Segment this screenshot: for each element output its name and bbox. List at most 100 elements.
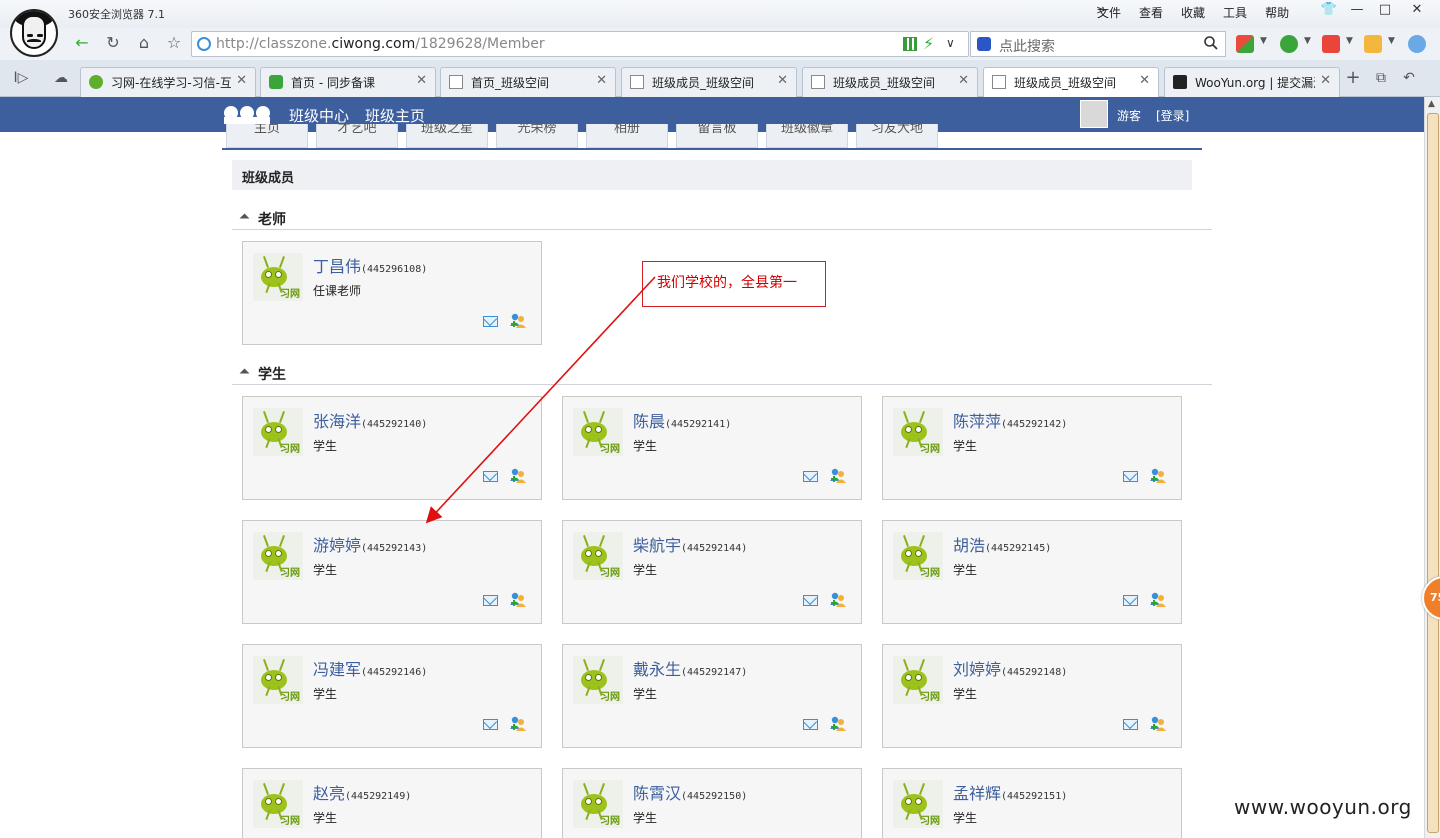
- skin-icon[interactable]: 👕: [1316, 0, 1342, 22]
- add-friend-icon[interactable]: [509, 312, 527, 330]
- maximize-button[interactable]: □: [1372, 0, 1398, 22]
- tab-2[interactable]: 首页_班级空间 ✕: [440, 67, 616, 97]
- add-friend-icon[interactable]: [509, 467, 527, 485]
- member-name[interactable]: 游婷婷: [313, 536, 361, 555]
- apps-dropdown-icon[interactable]: ▼: [1260, 36, 1267, 46]
- member-name-link[interactable]: 冯建军(445292146): [313, 656, 427, 680]
- add-friend-icon[interactable]: [1149, 715, 1167, 733]
- address-dropdown-icon[interactable]: ∨: [946, 36, 955, 50]
- security-dropdown-icon[interactable]: ▼: [1304, 36, 1311, 46]
- address-url[interactable]: http://classzone.ciwong.com/1829628/Memb…: [216, 36, 545, 52]
- member-name-link[interactable]: 赵亮(445292149): [313, 780, 411, 804]
- member-name[interactable]: 孟祥辉: [953, 784, 1001, 803]
- member-name[interactable]: 戴永生: [633, 660, 681, 679]
- send-message-icon[interactable]: [483, 595, 498, 606]
- cloud-icon[interactable]: ☁: [50, 70, 72, 86]
- member-avatar[interactable]: 习网: [573, 656, 623, 704]
- subnav-tab-friends[interactable]: 习友大地: [856, 124, 938, 148]
- tab-close-icon[interactable]: ✕: [958, 73, 969, 88]
- member-name[interactable]: 赵亮: [313, 784, 345, 803]
- member-avatar[interactable]: 习网: [893, 780, 943, 828]
- tab-4[interactable]: 班级成员_班级空间 ✕: [802, 67, 978, 97]
- send-message-icon[interactable]: [1123, 595, 1138, 606]
- menu-item-tools[interactable]: 工具: [1221, 4, 1249, 21]
- menu-chevron-icon[interactable]: >: [1088, 0, 1114, 22]
- member-avatar[interactable]: 习网: [573, 780, 623, 828]
- tab-0[interactable]: 习网-在线学习-习信-互 ✕: [80, 67, 256, 97]
- send-message-icon[interactable]: [803, 471, 818, 482]
- new-tab-icon[interactable]: +: [1342, 67, 1364, 88]
- member-avatar[interactable]: 习网: [253, 408, 303, 456]
- apps-icon[interactable]: [1236, 35, 1254, 53]
- tab-close-icon[interactable]: ✕: [1320, 73, 1331, 88]
- menu-item-help[interactable]: 帮助: [1263, 4, 1291, 21]
- tab-5-active[interactable]: 班级成员_班级空间 ✕: [983, 67, 1159, 98]
- favorite-star-icon[interactable]: ☆: [162, 32, 186, 56]
- member-name-link[interactable]: 胡浩(445292145): [953, 532, 1051, 556]
- member-name-link[interactable]: 丁昌伟(445296108): [313, 253, 427, 277]
- screenshot-icon[interactable]: [1364, 35, 1382, 53]
- subnav-tab-badge[interactable]: 班级徽章: [766, 124, 848, 148]
- back-icon[interactable]: ←: [70, 32, 94, 56]
- tab-close-icon[interactable]: ✕: [1139, 73, 1150, 88]
- translate-icon[interactable]: [1322, 35, 1340, 53]
- send-message-icon[interactable]: [803, 595, 818, 606]
- add-friend-icon[interactable]: [829, 591, 847, 609]
- address-bar[interactable]: http://classzone.ciwong.com/1829628/Memb…: [191, 31, 969, 57]
- tab-list-icon[interactable]: ⧉: [1370, 70, 1392, 86]
- subnav-tab-talent[interactable]: 才艺吧: [316, 124, 398, 148]
- member-avatar[interactable]: 习网: [893, 532, 943, 580]
- member-name-link[interactable]: 孟祥辉(445292151): [953, 780, 1067, 804]
- translate-dropdown-icon[interactable]: ▼: [1346, 36, 1353, 46]
- scroll-thumb[interactable]: [1427, 113, 1439, 833]
- screenshot-dropdown-icon[interactable]: ▼: [1388, 36, 1395, 46]
- scroll-up-icon[interactable]: ▲: [1428, 99, 1435, 109]
- user-icon[interactable]: [1408, 35, 1426, 53]
- member-name-link[interactable]: 刘婷婷(445292148): [953, 656, 1067, 680]
- member-avatar[interactable]: 习网: [893, 408, 943, 456]
- send-message-icon[interactable]: [1123, 471, 1138, 482]
- tab-close-icon[interactable]: ✕: [236, 73, 247, 88]
- speed-mode-icon[interactable]: ⚡: [923, 34, 934, 53]
- menu-item-view[interactable]: 查看: [1137, 4, 1165, 21]
- member-name-link[interactable]: 柴航宇(445292144): [633, 532, 747, 556]
- member-name[interactable]: 胡浩: [953, 536, 985, 555]
- tab-close-icon[interactable]: ✕: [416, 73, 427, 88]
- add-friend-icon[interactable]: [829, 715, 847, 733]
- search-input[interactable]: 点此搜索: [999, 36, 1055, 56]
- tab-close-icon[interactable]: ✕: [596, 73, 607, 88]
- search-icon[interactable]: [1203, 35, 1219, 51]
- subnav-tab-messages[interactable]: 留言板: [676, 124, 758, 148]
- tab-close-icon[interactable]: ✕: [777, 73, 788, 88]
- subnav-tab-stars[interactable]: 班级之星: [406, 124, 488, 148]
- login-link[interactable]: [登录]: [1156, 107, 1189, 124]
- member-name-link[interactable]: 张海洋(445292140): [313, 408, 427, 432]
- qr-code-icon[interactable]: [903, 37, 917, 51]
- undo-close-icon[interactable]: ↶: [1398, 70, 1420, 86]
- tab-6[interactable]: WooYun.org | 提交漏洞 ✕: [1164, 67, 1340, 97]
- member-name[interactable]: 陈霄汉: [633, 784, 681, 803]
- member-avatar[interactable]: 习网: [253, 656, 303, 704]
- vertical-scrollbar[interactable]: ▲: [1424, 97, 1440, 838]
- member-name[interactable]: 陈萍萍: [953, 412, 1001, 431]
- refresh-icon[interactable]: ↻: [101, 32, 125, 56]
- member-name-link[interactable]: 陈晨(445292141): [633, 408, 731, 432]
- member-avatar[interactable]: 习网: [253, 780, 303, 828]
- member-name-link[interactable]: 戴永生(445292147): [633, 656, 747, 680]
- send-message-icon[interactable]: [483, 471, 498, 482]
- member-name-link[interactable]: 陈霄汉(445292150): [633, 780, 747, 804]
- tab-1[interactable]: 首页 - 同步备课 ✕: [260, 67, 436, 97]
- sidebar-toggle-icon[interactable]: I▷: [10, 70, 32, 86]
- subnav-tab-home[interactable]: 主页: [226, 124, 308, 148]
- send-message-icon[interactable]: [1123, 719, 1138, 730]
- send-message-icon[interactable]: [803, 719, 818, 730]
- member-name-link[interactable]: 游婷婷(445292143): [313, 532, 427, 556]
- member-avatar[interactable]: 习网: [253, 253, 303, 301]
- guest-avatar[interactable]: [1080, 100, 1108, 128]
- send-message-icon[interactable]: [483, 316, 498, 327]
- nav-class-home[interactable]: 班级主页: [365, 105, 425, 126]
- add-friend-icon[interactable]: [1149, 467, 1167, 485]
- home-icon[interactable]: ⌂: [132, 32, 156, 56]
- member-name[interactable]: 冯建军: [313, 660, 361, 679]
- member-avatar[interactable]: 习网: [893, 656, 943, 704]
